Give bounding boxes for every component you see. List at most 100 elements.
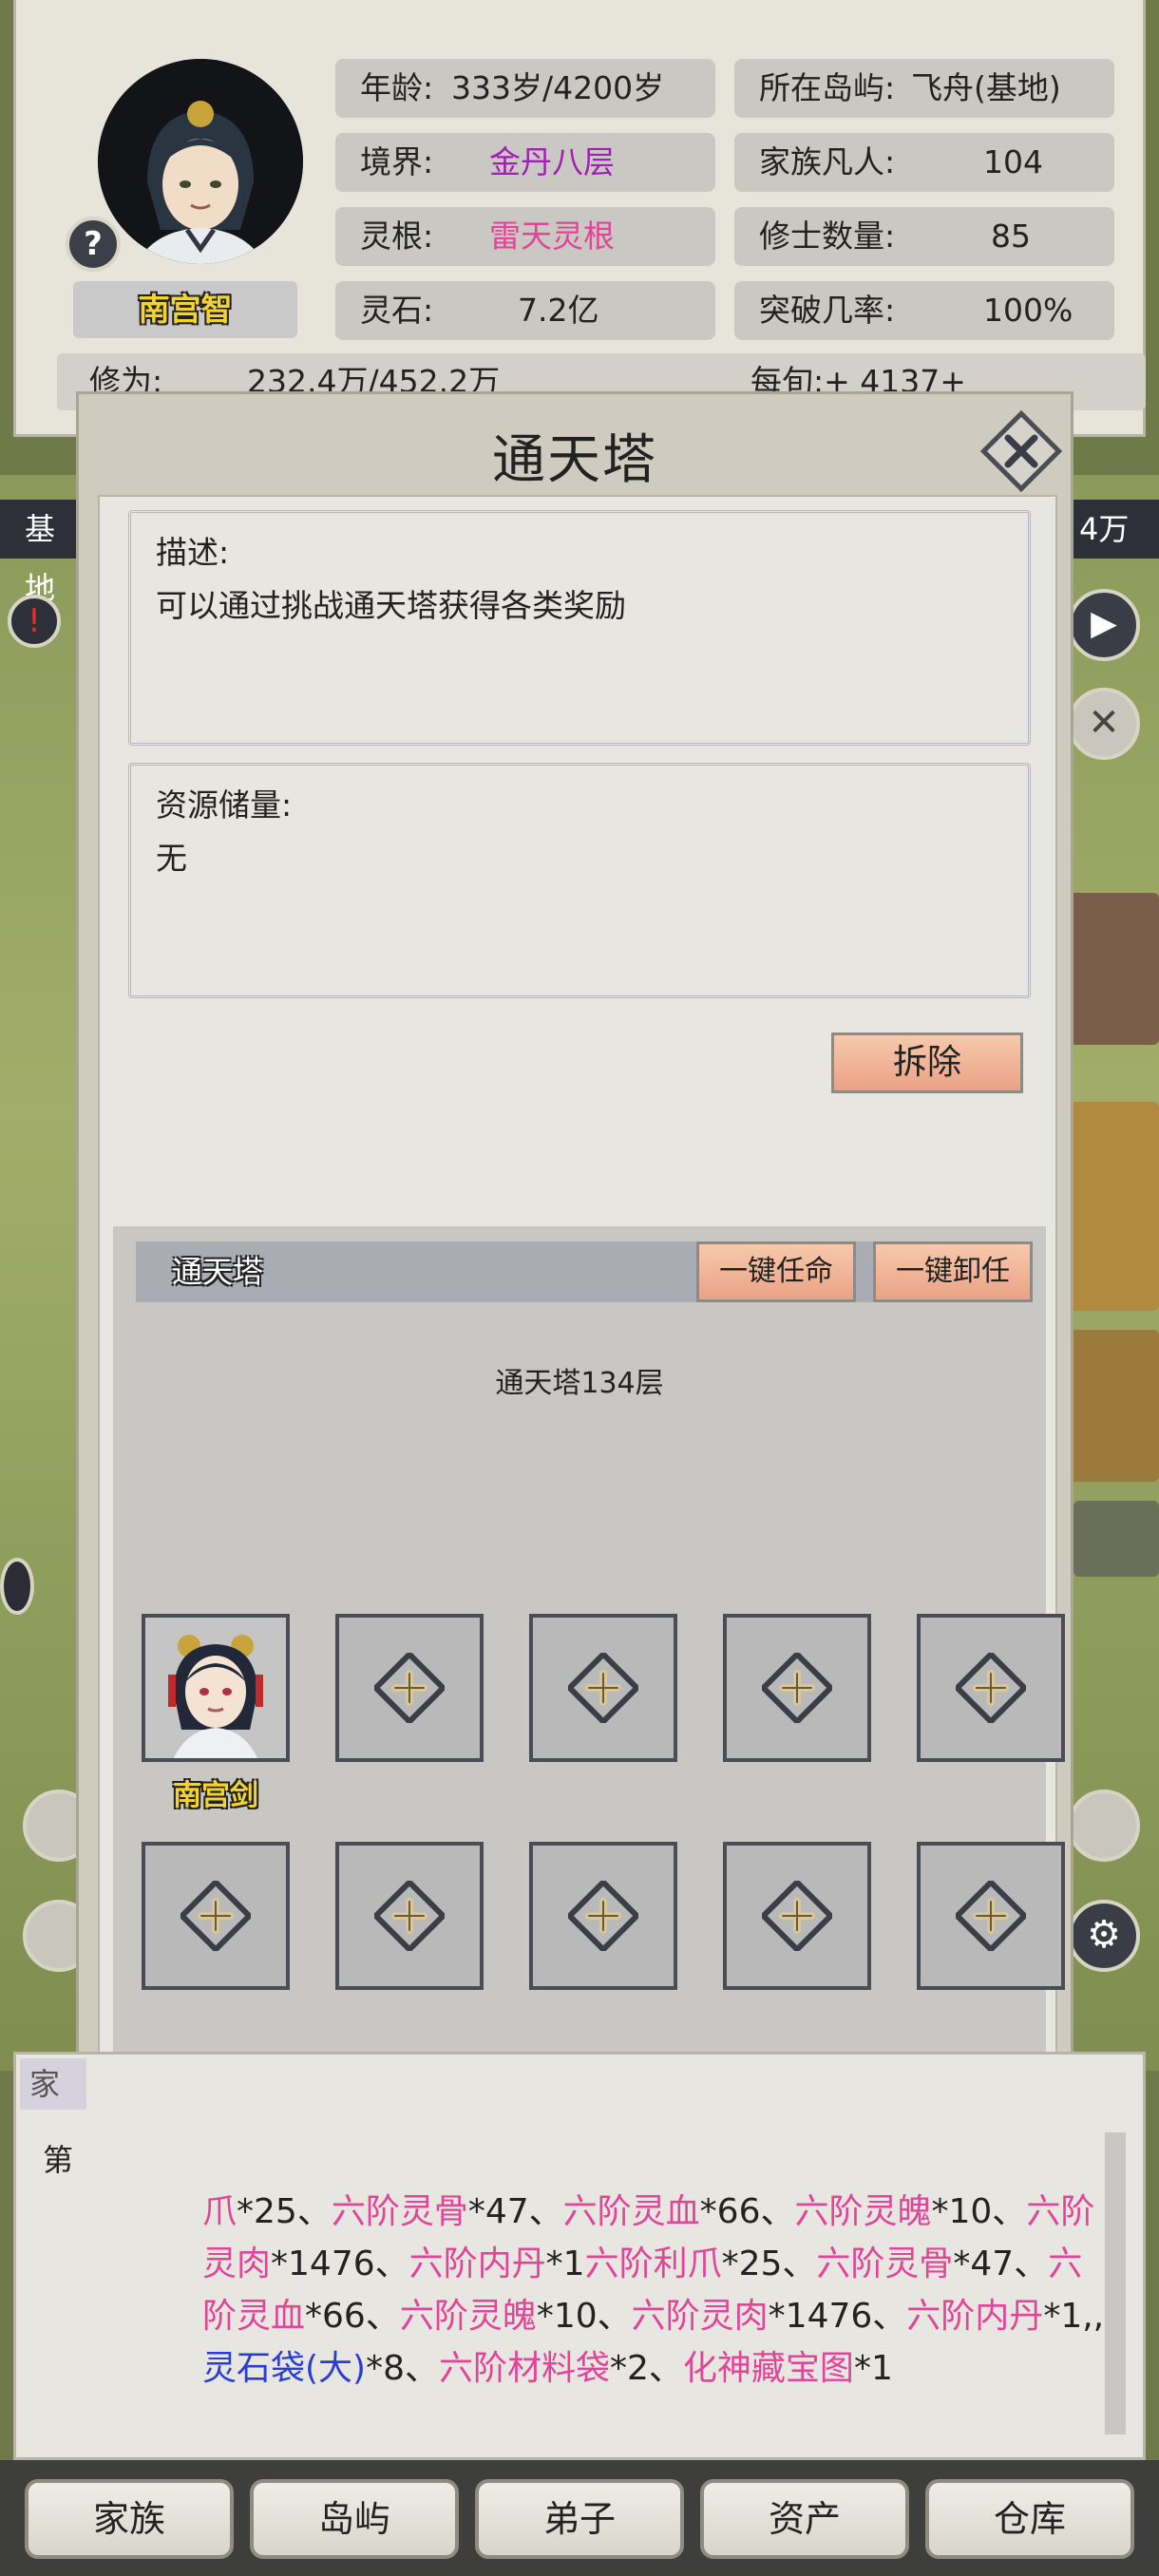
add-plus-icon	[762, 1653, 832, 1723]
worker-slot-empty[interactable]	[917, 1842, 1065, 1990]
log-segment: *2、	[610, 2349, 683, 2388]
log-segment: 六阶灵骨	[816, 2245, 954, 2283]
event-log-panel: 家 第 爪*25、六阶灵骨*47、六阶灵血*66、六阶灵魄*10、六阶灵肉*14…	[13, 2052, 1146, 2460]
modal-content: 描述: 可以通过挑战通天塔获得各类奖励 资源储量: 无 拆除 通天塔 一键任命 …	[98, 495, 1065, 2262]
worker-slot-empty[interactable]	[335, 1614, 484, 1762]
log-segment: *47、	[953, 2245, 1049, 2283]
settings-gear-icon[interactable]: ⚙	[1068, 1900, 1140, 1972]
cultivators-label: 修士数量:	[759, 218, 896, 255]
worker-slot-empty[interactable]	[529, 1842, 677, 1990]
log-segment: 爪	[202, 2192, 238, 2231]
log-segment: *1	[545, 2245, 585, 2283]
worker-slot-empty[interactable]	[142, 1842, 290, 1990]
description-label: 描述:	[156, 534, 230, 571]
root-stat: 灵根: 雷天灵根	[335, 207, 715, 266]
log-segment: *66、	[699, 2192, 795, 2231]
remove-all-button[interactable]: 一键卸任	[873, 1241, 1033, 1302]
add-plus-icon	[374, 1653, 445, 1723]
mortals-stat: 家族凡人: 104	[734, 133, 1114, 192]
demolish-button[interactable]: 拆除	[831, 1032, 1023, 1093]
add-plus-icon	[568, 1881, 638, 1951]
description-text: 可以通过挑战通天塔获得各类奖励	[156, 587, 626, 624]
player-name: 南宫智	[73, 281, 297, 338]
log-segment: *8、	[366, 2349, 439, 2388]
add-plus-icon	[956, 1653, 1026, 1723]
cultivators-value: 85	[991, 218, 1031, 255]
breakthrough-label: 突破几率:	[759, 292, 896, 329]
worker-slot-empty[interactable]	[335, 1842, 484, 1990]
worker-slot-empty[interactable]	[529, 1614, 677, 1762]
log-segment: *66、	[305, 2297, 400, 2336]
add-plus-icon	[568, 1653, 638, 1723]
log-segment: 六阶灵魄	[399, 2297, 537, 2336]
nav-clan-button[interactable]: 家族	[25, 2479, 234, 2559]
building-modal: 通天塔 描述: 可以通过挑战通天塔获得各类奖励 资源储量: 无 拆除 通天塔 一…	[76, 391, 1074, 2262]
add-plus-icon	[374, 1881, 445, 1951]
age-label: 年龄:	[360, 69, 434, 106]
nav-islands-button[interactable]: 岛屿	[250, 2479, 459, 2559]
log-segment: 六阶灵血	[562, 2192, 700, 2231]
disciple-avatar-icon[interactable]	[0, 1558, 34, 1615]
nav-assets-button[interactable]: 资产	[700, 2479, 909, 2559]
root-value: 雷天灵根	[489, 218, 615, 255]
breakthrough-value: 100%	[983, 292, 1074, 329]
log-segment: 六阶灵骨	[331, 2192, 468, 2231]
disciple-avatar	[168, 1635, 263, 1758]
description-box: 描述: 可以通过挑战通天塔获得各类奖励	[128, 510, 1031, 746]
log-segment: *1,,	[1043, 2297, 1105, 2336]
mortals-label: 家族凡人:	[759, 143, 896, 180]
log-segment: 六阶利爪	[584, 2245, 722, 2283]
log-segment: *25、	[721, 2245, 817, 2283]
spirit-stone-value: 7.2亿	[518, 292, 599, 329]
building-name: 通天塔	[172, 1254, 264, 1290]
log-segment: 六阶内丹	[408, 2245, 546, 2283]
worker-slot-empty[interactable]	[723, 1842, 871, 1990]
age-value: 333岁/4200岁	[451, 69, 665, 106]
alert-icon[interactable]: !	[8, 595, 61, 648]
play-icon[interactable]: ▶	[1068, 589, 1140, 661]
log-segment: 化神藏宝图	[682, 2349, 854, 2388]
log-tab[interactable]: 家	[20, 2058, 86, 2110]
close-map-icon[interactable]: ✕	[1068, 688, 1140, 760]
breakthrough-stat: 突破几率: 100%	[734, 281, 1114, 340]
worker-slot-empty[interactable]	[917, 1614, 1065, 1762]
player-avatar[interactable]	[98, 59, 303, 264]
log-segment: 六阶灵肉	[631, 2297, 769, 2336]
cultivators-stat: 修士数量: 85	[734, 207, 1114, 266]
worker-slot-filled[interactable]	[142, 1614, 290, 1762]
log-segment: *1	[853, 2349, 893, 2388]
building-decoration	[1068, 1102, 1159, 1311]
island-label: 所在岛屿:	[759, 69, 896, 106]
realm-stat: 境界: 金丹八层	[335, 133, 715, 192]
nav-warehouse-button[interactable]: 仓库	[925, 2479, 1134, 2559]
nav-disciples-button[interactable]: 弟子	[475, 2479, 684, 2559]
tower-floor-text: 通天塔134层	[495, 1367, 664, 1400]
assigned-disciple-name: 南宫剑	[173, 1779, 258, 1812]
age-stat: 年龄: 333岁/4200岁	[335, 59, 715, 118]
worker-slot-empty[interactable]	[723, 1614, 871, 1762]
realm-value: 金丹八层	[489, 143, 615, 180]
log-scrollbar[interactable]	[1105, 2132, 1126, 2434]
building-decoration	[1074, 1501, 1159, 1577]
assign-all-button[interactable]: 一键任命	[696, 1241, 856, 1302]
resource-box: 资源储量: 无	[128, 763, 1031, 998]
island-stat: 所在岛屿: 飞舟(基地)	[734, 59, 1114, 118]
resource-text: 无	[156, 840, 187, 877]
log-segment: 六阶内丹	[906, 2297, 1044, 2336]
spirit-stone-label: 灵石:	[360, 292, 434, 329]
building-decoration	[1064, 893, 1159, 1045]
spirit-stone-stat: 灵石: 7.2亿	[335, 281, 715, 340]
island-value: 飞舟(基地)	[911, 69, 1061, 106]
log-segment: 灵石袋(大)	[202, 2349, 367, 2388]
log-segment: *10、	[931, 2192, 1027, 2231]
add-plus-icon	[762, 1881, 832, 1951]
help-icon[interactable]: ?	[66, 217, 121, 272]
modal-title: 通天塔	[492, 429, 657, 491]
root-label: 灵根:	[360, 218, 434, 255]
log-segment: *1476、	[768, 2297, 907, 2336]
log-segment: *25、	[237, 2192, 332, 2231]
realm-label: 境界:	[360, 143, 434, 180]
side-menu-icon[interactable]	[1068, 1790, 1140, 1862]
mortals-value: 104	[983, 143, 1043, 180]
log-line-prefix: 第	[43, 2142, 74, 2178]
